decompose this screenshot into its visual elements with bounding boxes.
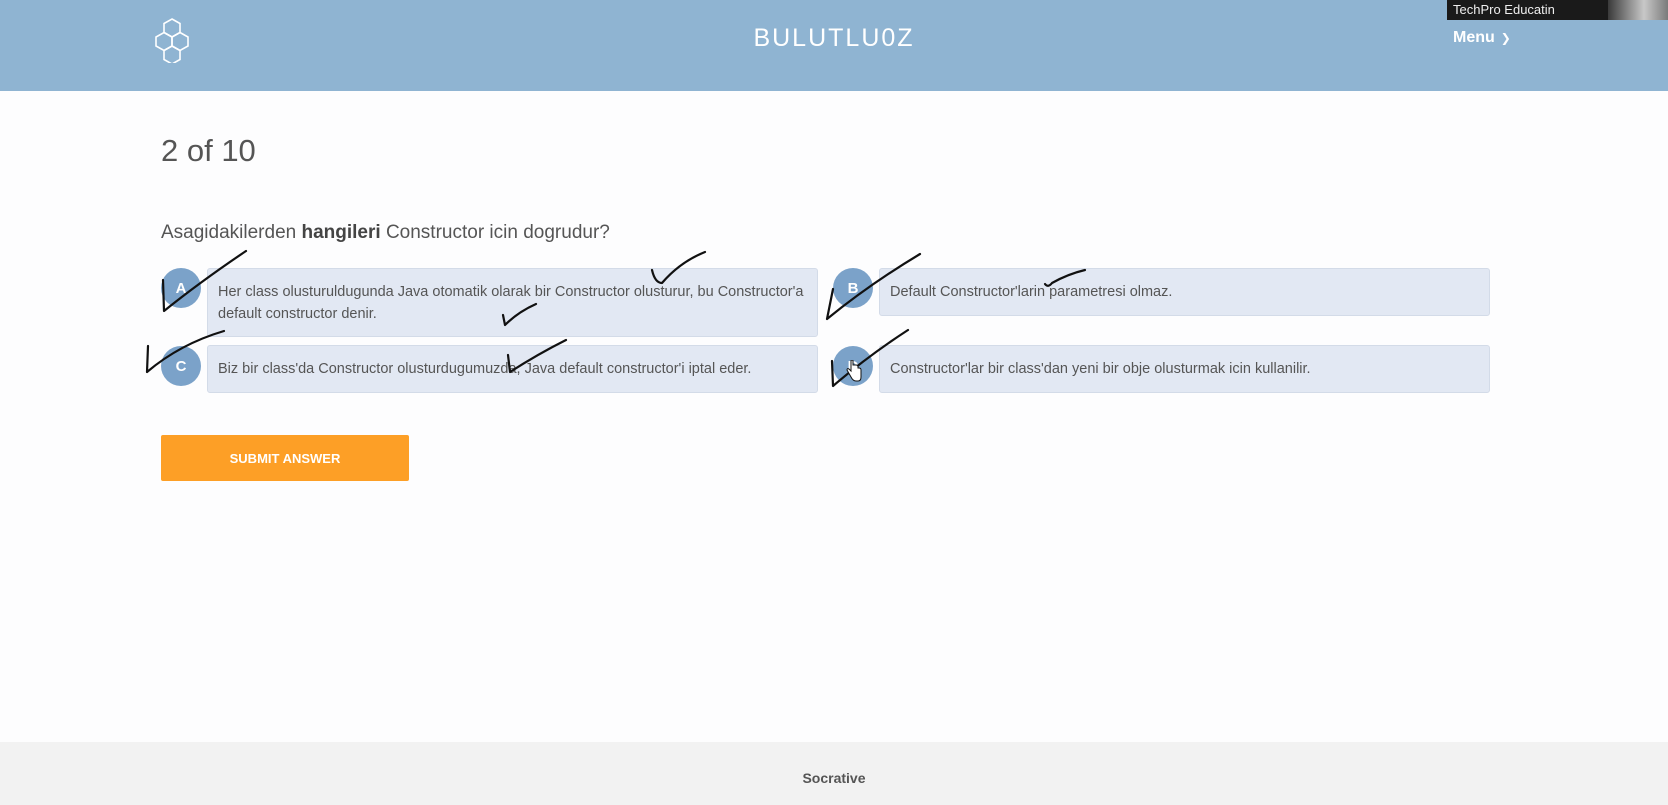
top-header: BULUTLU0Z Menu ❯ xyxy=(0,0,1668,91)
menu-label: Menu xyxy=(1453,29,1495,46)
choice-circle-c[interactable]: C xyxy=(161,346,201,386)
choice-circle-a[interactable]: A xyxy=(161,268,201,308)
answer-option-c[interactable]: Biz bir class'da Constructor olusturdugu… xyxy=(207,345,818,393)
webcam-video xyxy=(1608,0,1668,20)
chevron-down-icon: ❯ xyxy=(1500,31,1511,45)
menu-button[interactable]: Menu ❯ xyxy=(1453,29,1511,47)
answer-option-d[interactable]: Constructor'lar bir class'dan yeni bir o… xyxy=(879,345,1490,393)
question-text-bold: hangileri xyxy=(301,222,381,243)
submit-answer-button[interactable]: SUBMIT ANSWER xyxy=(161,435,409,481)
question-text-start: Asagidakilerden xyxy=(161,222,302,243)
answer-text-b: Default Constructor'larin parametresi ol… xyxy=(890,284,1173,300)
hand-pointer-icon xyxy=(846,360,862,382)
footer-label: Socrative xyxy=(802,770,866,786)
webcam-label: TechPro Educatin xyxy=(1453,2,1555,17)
webcam-overlay: TechPro Educatin xyxy=(1447,0,1668,20)
brand-title: BULUTLU0Z xyxy=(753,24,915,52)
question-text: Asagidakilerden hangileri Constructor ic… xyxy=(161,222,610,244)
answer-text-c: Biz bir class'da Constructor olusturdugu… xyxy=(218,361,752,377)
question-progress: 2 of 10 xyxy=(161,133,256,168)
answer-option-a[interactable]: Her class olusturuldugunda Java otomatik… xyxy=(207,268,818,337)
answer-option-b[interactable]: Default Constructor'larin parametresi ol… xyxy=(879,268,1490,316)
answer-text-a: Her class olusturuldugunda Java otomatik… xyxy=(218,283,804,322)
answer-text-d: Constructor'lar bir class'dan yeni bir o… xyxy=(890,361,1311,377)
choice-circle-b[interactable]: B xyxy=(833,268,873,308)
question-text-end: Constructor icin dogrudur? xyxy=(380,222,610,243)
footer: Socrative xyxy=(0,742,1668,805)
handwritten-checkmarks xyxy=(145,249,1087,388)
